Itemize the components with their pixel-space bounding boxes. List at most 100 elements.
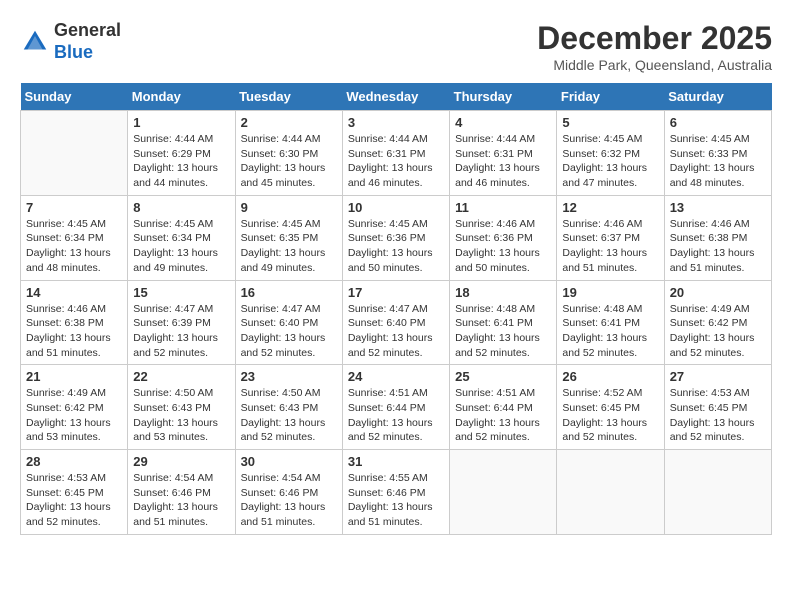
day-number: 28 bbox=[26, 454, 122, 469]
calendar-cell: 26 Sunrise: 4:52 AM Sunset: 6:45 PM Dayli… bbox=[557, 365, 664, 450]
calendar-cell: 24Sunrise: 4:51 AM Sunset: 6:44 PM Dayli… bbox=[342, 365, 449, 450]
calendar-cell: 3 Sunrise: 4:44 AM Sunset: 6:31 PM Daylig… bbox=[342, 111, 449, 196]
weekday-header-wednesday: Wednesday bbox=[342, 83, 449, 111]
day-number: 6 bbox=[670, 115, 766, 130]
day-info: Sunrise: 4:45 AM Sunset: 6:36 PM Dayligh… bbox=[348, 217, 444, 276]
day-info: Sunrise: 4:47 AM Sunset: 6:40 PM Dayligh… bbox=[348, 302, 444, 361]
day-number: 3 bbox=[348, 115, 444, 130]
day-info: Sunrise: 4:46 AM Sunset: 6:37 PM Dayligh… bbox=[562, 217, 658, 276]
calendar-table: SundayMondayTuesdayWednesdayThursdayFrid… bbox=[20, 83, 772, 535]
day-info: Sunrise: 4:45 AM Sunset: 6:34 PM Dayligh… bbox=[26, 217, 122, 276]
calendar-cell: 21 Sunrise: 4:49 AM Sunset: 6:42 PM Dayli… bbox=[21, 365, 128, 450]
day-number: 5 bbox=[562, 115, 658, 130]
calendar-cell: 5 Sunrise: 4:45 AM Sunset: 6:32 PM Daylig… bbox=[557, 111, 664, 196]
day-info: Sunrise: 4:54 AM Sunset: 6:46 PM Dayligh… bbox=[241, 471, 337, 530]
day-number: 27 bbox=[670, 369, 766, 384]
calendar-cell: 28 Sunrise: 4:53 AM Sunset: 6:45 PM Dayli… bbox=[21, 450, 128, 535]
calendar-cell: 10 Sunrise: 4:45 AM Sunset: 6:36 PM Dayli… bbox=[342, 195, 449, 280]
day-number: 14 bbox=[26, 285, 122, 300]
day-number: 21 bbox=[26, 369, 122, 384]
calendar-cell: 19 Sunrise: 4:48 AM Sunset: 6:41 PM Dayli… bbox=[557, 280, 664, 365]
calendar-cell: 20 Sunrise: 4:49 AM Sunset: 6:42 PM Dayli… bbox=[664, 280, 771, 365]
calendar-cell: 9 Sunrise: 4:45 AM Sunset: 6:35 PM Daylig… bbox=[235, 195, 342, 280]
calendar-cell bbox=[664, 450, 771, 535]
calendar-cell: 13Sunrise: 4:46 AM Sunset: 6:38 PM Dayli… bbox=[664, 195, 771, 280]
day-info: Sunrise: 4:52 AM Sunset: 6:45 PM Dayligh… bbox=[562, 386, 658, 445]
day-number: 4 bbox=[455, 115, 551, 130]
calendar-week-row: 21 Sunrise: 4:49 AM Sunset: 6:42 PM Dayli… bbox=[21, 365, 772, 450]
month-title: December 2025 bbox=[537, 20, 772, 57]
day-number: 9 bbox=[241, 200, 337, 215]
calendar-cell: 31 Sunrise: 4:55 AM Sunset: 6:46 PM Dayli… bbox=[342, 450, 449, 535]
calendar-cell: 27 Sunrise: 4:53 AM Sunset: 6:45 PM Dayli… bbox=[664, 365, 771, 450]
day-number: 31 bbox=[348, 454, 444, 469]
day-info: Sunrise: 4:46 AM Sunset: 6:38 PM Dayligh… bbox=[26, 302, 122, 361]
calendar-week-row: 7 Sunrise: 4:45 AM Sunset: 6:34 PM Daylig… bbox=[21, 195, 772, 280]
weekday-header-monday: Monday bbox=[128, 83, 235, 111]
day-info: Sunrise: 4:48 AM Sunset: 6:41 PM Dayligh… bbox=[455, 302, 551, 361]
day-info: Sunrise: 4:48 AM Sunset: 6:41 PM Dayligh… bbox=[562, 302, 658, 361]
calendar-cell: 14 Sunrise: 4:46 AM Sunset: 6:38 PM Dayli… bbox=[21, 280, 128, 365]
calendar-cell bbox=[557, 450, 664, 535]
day-info: Sunrise: 4:45 AM Sunset: 6:32 PM Dayligh… bbox=[562, 132, 658, 191]
weekday-header-tuesday: Tuesday bbox=[235, 83, 342, 111]
day-info: Sunrise: 4:53 AM Sunset: 6:45 PM Dayligh… bbox=[26, 471, 122, 530]
day-number: 29 bbox=[133, 454, 229, 469]
day-info: Sunrise: 4:51 AM Sunset: 6:44 PM Dayligh… bbox=[455, 386, 551, 445]
calendar-cell: 17 Sunrise: 4:47 AM Sunset: 6:40 PM Dayli… bbox=[342, 280, 449, 365]
title-block: December 2025 Middle Park, Queensland, A… bbox=[537, 20, 772, 73]
weekday-header-row: SundayMondayTuesdayWednesdayThursdayFrid… bbox=[21, 83, 772, 111]
day-info: Sunrise: 4:47 AM Sunset: 6:39 PM Dayligh… bbox=[133, 302, 229, 361]
day-info: Sunrise: 4:49 AM Sunset: 6:42 PM Dayligh… bbox=[670, 302, 766, 361]
day-number: 10 bbox=[348, 200, 444, 215]
day-number: 18 bbox=[455, 285, 551, 300]
calendar-cell: 22Sunrise: 4:50 AM Sunset: 6:43 PM Dayli… bbox=[128, 365, 235, 450]
day-info: Sunrise: 4:44 AM Sunset: 6:31 PM Dayligh… bbox=[348, 132, 444, 191]
day-number: 20 bbox=[670, 285, 766, 300]
calendar-cell: 29Sunrise: 4:54 AM Sunset: 6:46 PM Dayli… bbox=[128, 450, 235, 535]
day-info: Sunrise: 4:45 AM Sunset: 6:34 PM Dayligh… bbox=[133, 217, 229, 276]
logo-general-text: General bbox=[54, 20, 121, 40]
calendar-cell: 7 Sunrise: 4:45 AM Sunset: 6:34 PM Daylig… bbox=[21, 195, 128, 280]
weekday-header-saturday: Saturday bbox=[664, 83, 771, 111]
day-number: 2 bbox=[241, 115, 337, 130]
day-info: Sunrise: 4:45 AM Sunset: 6:35 PM Dayligh… bbox=[241, 217, 337, 276]
calendar-cell: 1 Sunrise: 4:44 AM Sunset: 6:29 PM Daylig… bbox=[128, 111, 235, 196]
calendar-cell: 30 Sunrise: 4:54 AM Sunset: 6:46 PM Dayli… bbox=[235, 450, 342, 535]
calendar-cell: 2Sunrise: 4:44 AM Sunset: 6:30 PM Daylig… bbox=[235, 111, 342, 196]
calendar-cell: 6Sunrise: 4:45 AM Sunset: 6:33 PM Daylig… bbox=[664, 111, 771, 196]
day-number: 30 bbox=[241, 454, 337, 469]
day-number: 17 bbox=[348, 285, 444, 300]
day-number: 19 bbox=[562, 285, 658, 300]
day-info: Sunrise: 4:44 AM Sunset: 6:29 PM Dayligh… bbox=[133, 132, 229, 191]
weekday-header-thursday: Thursday bbox=[450, 83, 557, 111]
calendar-week-row: 14 Sunrise: 4:46 AM Sunset: 6:38 PM Dayli… bbox=[21, 280, 772, 365]
day-number: 11 bbox=[455, 200, 551, 215]
day-info: Sunrise: 4:46 AM Sunset: 6:38 PM Dayligh… bbox=[670, 217, 766, 276]
calendar-cell: 12Sunrise: 4:46 AM Sunset: 6:37 PM Dayli… bbox=[557, 195, 664, 280]
day-info: Sunrise: 4:47 AM Sunset: 6:40 PM Dayligh… bbox=[241, 302, 337, 361]
day-number: 7 bbox=[26, 200, 122, 215]
calendar-week-row: 1 Sunrise: 4:44 AM Sunset: 6:29 PM Daylig… bbox=[21, 111, 772, 196]
calendar-cell: 25 Sunrise: 4:51 AM Sunset: 6:44 PM Dayli… bbox=[450, 365, 557, 450]
calendar-cell bbox=[450, 450, 557, 535]
day-info: Sunrise: 4:49 AM Sunset: 6:42 PM Dayligh… bbox=[26, 386, 122, 445]
day-info: Sunrise: 4:53 AM Sunset: 6:45 PM Dayligh… bbox=[670, 386, 766, 445]
day-info: Sunrise: 4:55 AM Sunset: 6:46 PM Dayligh… bbox=[348, 471, 444, 530]
day-number: 23 bbox=[241, 369, 337, 384]
logo: General Blue bbox=[20, 20, 121, 63]
day-number: 8 bbox=[133, 200, 229, 215]
calendar-cell: 18 Sunrise: 4:48 AM Sunset: 6:41 PM Dayli… bbox=[450, 280, 557, 365]
day-info: Sunrise: 4:44 AM Sunset: 6:31 PM Dayligh… bbox=[455, 132, 551, 191]
day-number: 26 bbox=[562, 369, 658, 384]
day-number: 1 bbox=[133, 115, 229, 130]
weekday-header-friday: Friday bbox=[557, 83, 664, 111]
day-number: 16 bbox=[241, 285, 337, 300]
day-info: Sunrise: 4:50 AM Sunset: 6:43 PM Dayligh… bbox=[133, 386, 229, 445]
day-number: 15 bbox=[133, 285, 229, 300]
day-info: Sunrise: 4:46 AM Sunset: 6:36 PM Dayligh… bbox=[455, 217, 551, 276]
weekday-header-sunday: Sunday bbox=[21, 83, 128, 111]
day-info: Sunrise: 4:50 AM Sunset: 6:43 PM Dayligh… bbox=[241, 386, 337, 445]
day-number: 25 bbox=[455, 369, 551, 384]
calendar-cell bbox=[21, 111, 128, 196]
